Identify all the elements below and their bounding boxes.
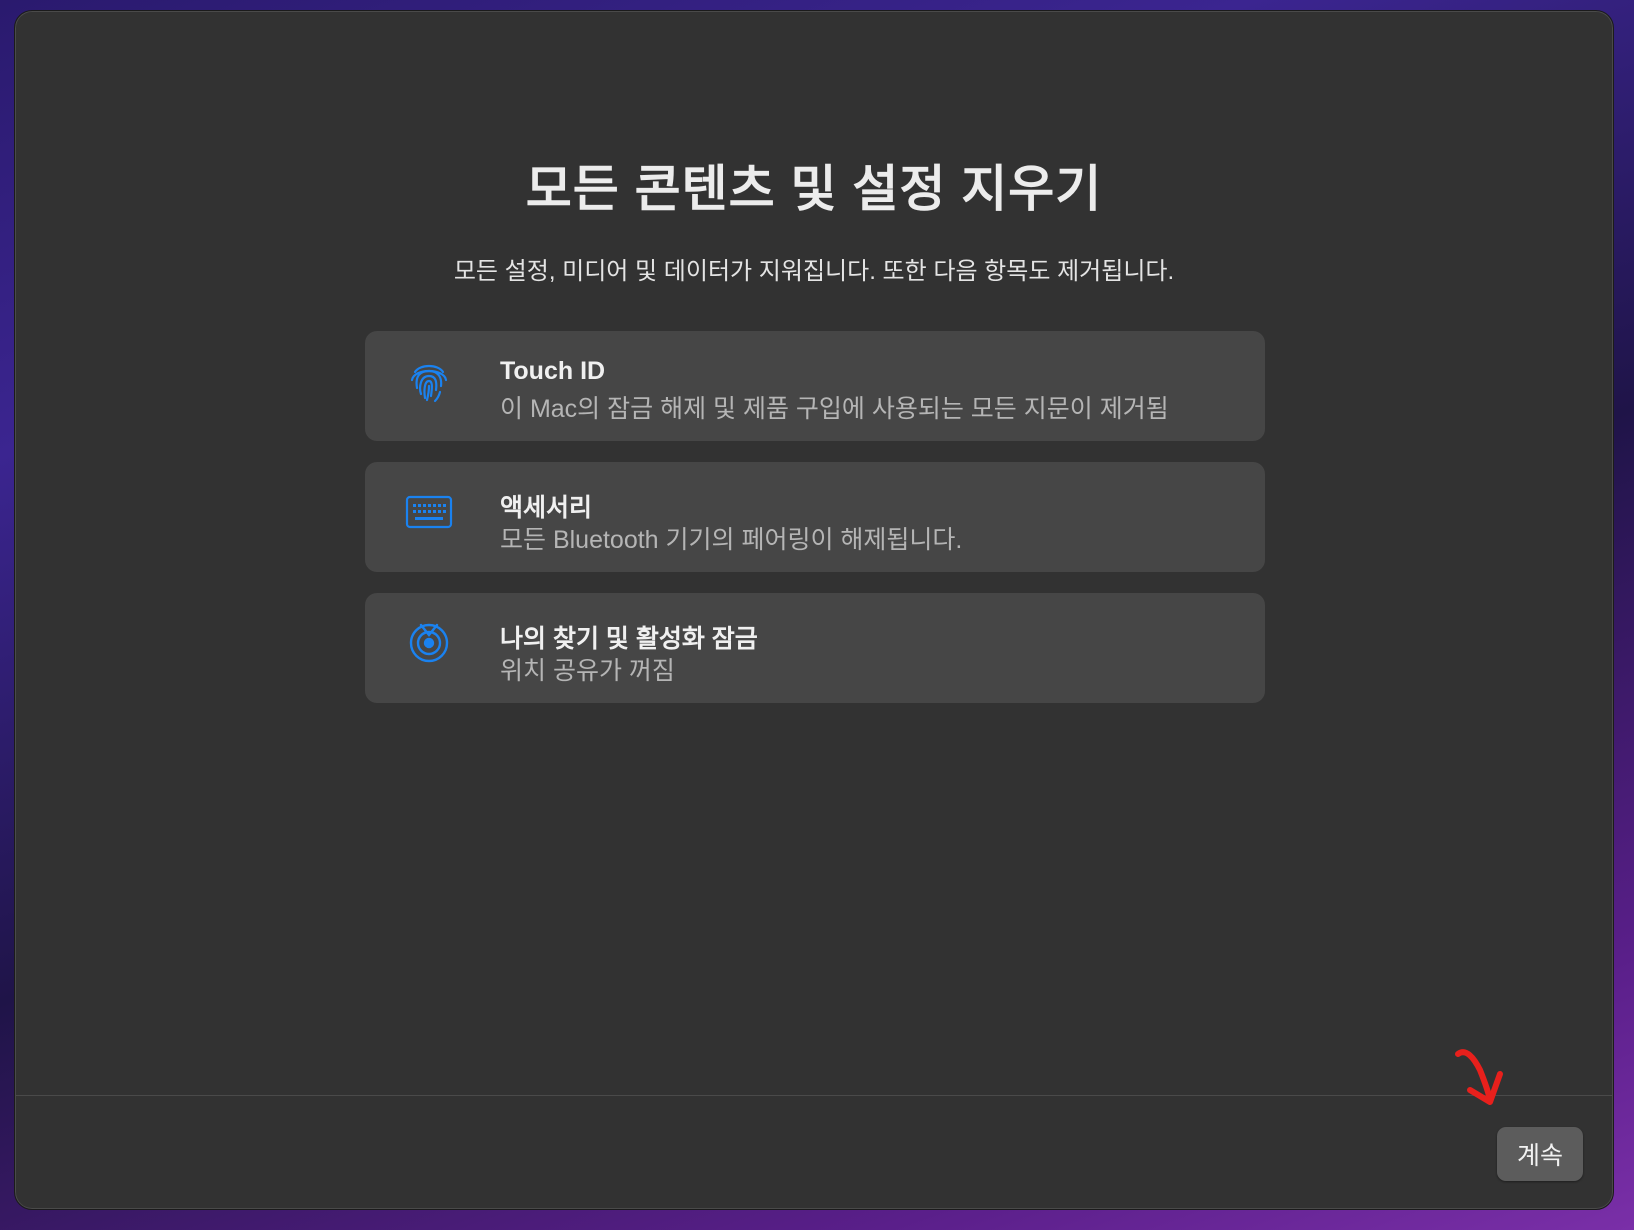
removal-item-title: 나의 찾기 및 활성화 잠금 (500, 625, 758, 653)
removal-item-find-my: 나의 찾기 및 활성화 잠금 위치 공유가 꺼짐 (365, 593, 1265, 703)
keyboard-icon (403, 486, 455, 538)
removal-item-accessories: 액세서리 모든 Bluetooth 기기의 페어링이 해제됩니다. (365, 462, 1265, 572)
footer-divider (15, 1095, 1613, 1096)
page-title: 모든 콘텐츠 및 설정 지우기 (525, 161, 1103, 217)
erase-assistant-window: 모든 콘텐츠 및 설정 지우기 모든 설정, 미디어 및 데이터가 지워집니다.… (14, 10, 1614, 1210)
removal-item-description: 위치 공유가 꺼짐 (500, 657, 675, 685)
removal-item-description: 이 Mac의 잠금 해제 및 제품 구입에 사용되는 모든 지문이 제거됨 (500, 395, 1169, 423)
fingerprint-icon (403, 355, 455, 407)
removal-item-title: 액세서리 (500, 494, 593, 522)
page-subtitle: 모든 설정, 미디어 및 데이터가 지워집니다. 또한 다음 항목도 제거됩니다… (453, 258, 1175, 285)
annotation-arrow-icon (1455, 1049, 1503, 1105)
removal-item-description: 모든 Bluetooth 기기의 페어링이 해제됩니다. (500, 526, 963, 554)
removal-item-touch-id: Touch ID 이 Mac의 잠금 해제 및 제품 구입에 사용되는 모든 지… (365, 331, 1265, 441)
continue-button[interactable]: 계속 (1497, 1127, 1583, 1181)
removal-item-title: Touch ID (500, 357, 606, 385)
find-my-icon (403, 617, 455, 669)
